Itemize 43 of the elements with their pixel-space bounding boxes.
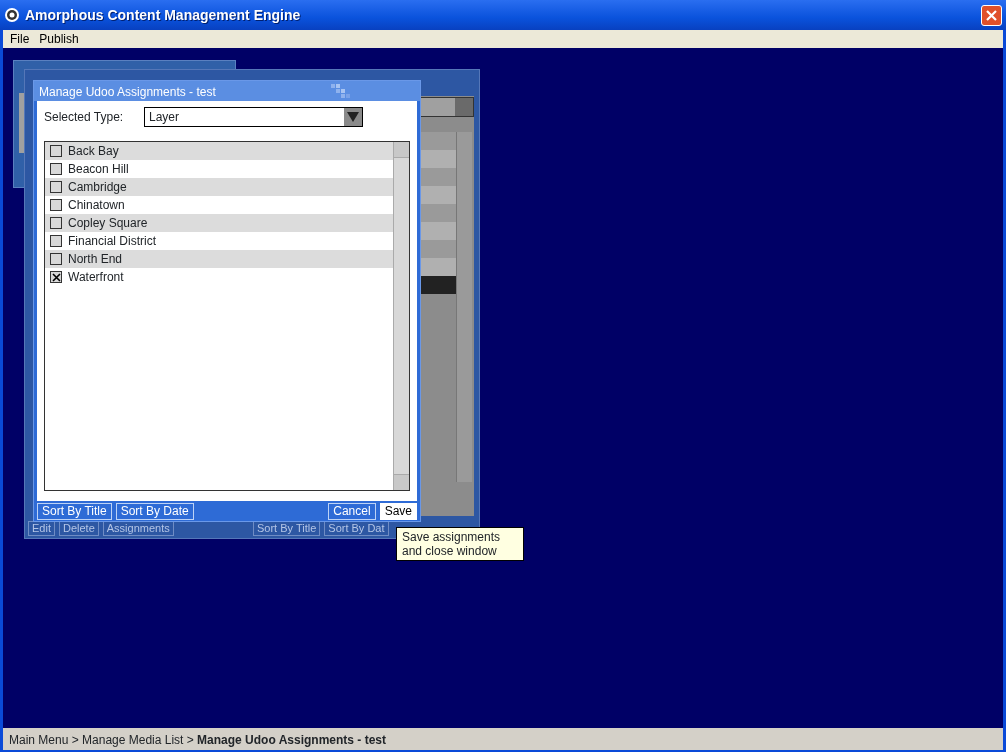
checkbox[interactable] xyxy=(50,271,62,283)
dialog-button[interactable]: Save xyxy=(379,502,417,520)
list-row[interactable]: Copley Square xyxy=(45,214,393,232)
dropdown-arrow-icon xyxy=(347,112,359,122)
dialog-title: Manage Udoo Assignments - test xyxy=(39,85,216,99)
item-label: Financial District xyxy=(68,233,157,250)
list-row[interactable]: Back Bay xyxy=(45,142,393,160)
checkbox[interactable] xyxy=(50,199,62,211)
type-dropdown[interactable]: Layer xyxy=(144,107,363,127)
breadcrumb: Main Menu > Manage Media List > Manage Udoo Assignments - test xyxy=(3,728,1003,750)
list-row[interactable]: Chinatown xyxy=(45,196,393,214)
checkbox[interactable] xyxy=(50,181,62,193)
window-title: Amorphous Content Management Engine xyxy=(25,7,301,23)
close-icon xyxy=(985,8,998,22)
close-button[interactable] xyxy=(981,4,1002,26)
list-row[interactable]: Financial District xyxy=(45,232,393,250)
menu-item[interactable]: File xyxy=(10,30,30,48)
title-pattern-icon xyxy=(331,82,351,100)
checkbox[interactable] xyxy=(50,253,62,265)
dropdown[interactable] xyxy=(420,97,474,117)
checkbox[interactable] xyxy=(50,217,62,229)
item-label: Chinatown xyxy=(68,197,125,214)
item-label: Beacon Hill xyxy=(68,161,129,178)
dialog-button[interactable]: Cancel xyxy=(328,502,376,520)
checkbox[interactable] xyxy=(50,163,62,175)
item-label: Cambridge xyxy=(68,179,127,196)
type-label: Selected Type: xyxy=(44,109,125,126)
list-row[interactable]: Beacon Hill xyxy=(45,160,393,178)
scrollbar[interactable] xyxy=(456,132,472,482)
list-row[interactable]: Cambridge xyxy=(45,178,393,196)
item-label: North End xyxy=(68,251,123,268)
list-row[interactable]: North End xyxy=(45,250,393,268)
sort-button[interactable]: Sort By Date xyxy=(115,502,194,520)
checkbox[interactable] xyxy=(50,145,62,157)
scrollbar[interactable] xyxy=(393,142,409,490)
item-label: Back Bay xyxy=(68,143,119,160)
item-label: Copley Square xyxy=(68,215,148,232)
sort-button[interactable]: Sort By Title xyxy=(37,502,112,520)
item-label: Waterfront xyxy=(68,269,124,286)
checkbox[interactable] xyxy=(50,235,62,247)
list-row[interactable]: Waterfront xyxy=(45,268,393,286)
tooltip: Save assignments and close window xyxy=(396,527,524,561)
menu-item[interactable]: Publish xyxy=(39,30,79,48)
